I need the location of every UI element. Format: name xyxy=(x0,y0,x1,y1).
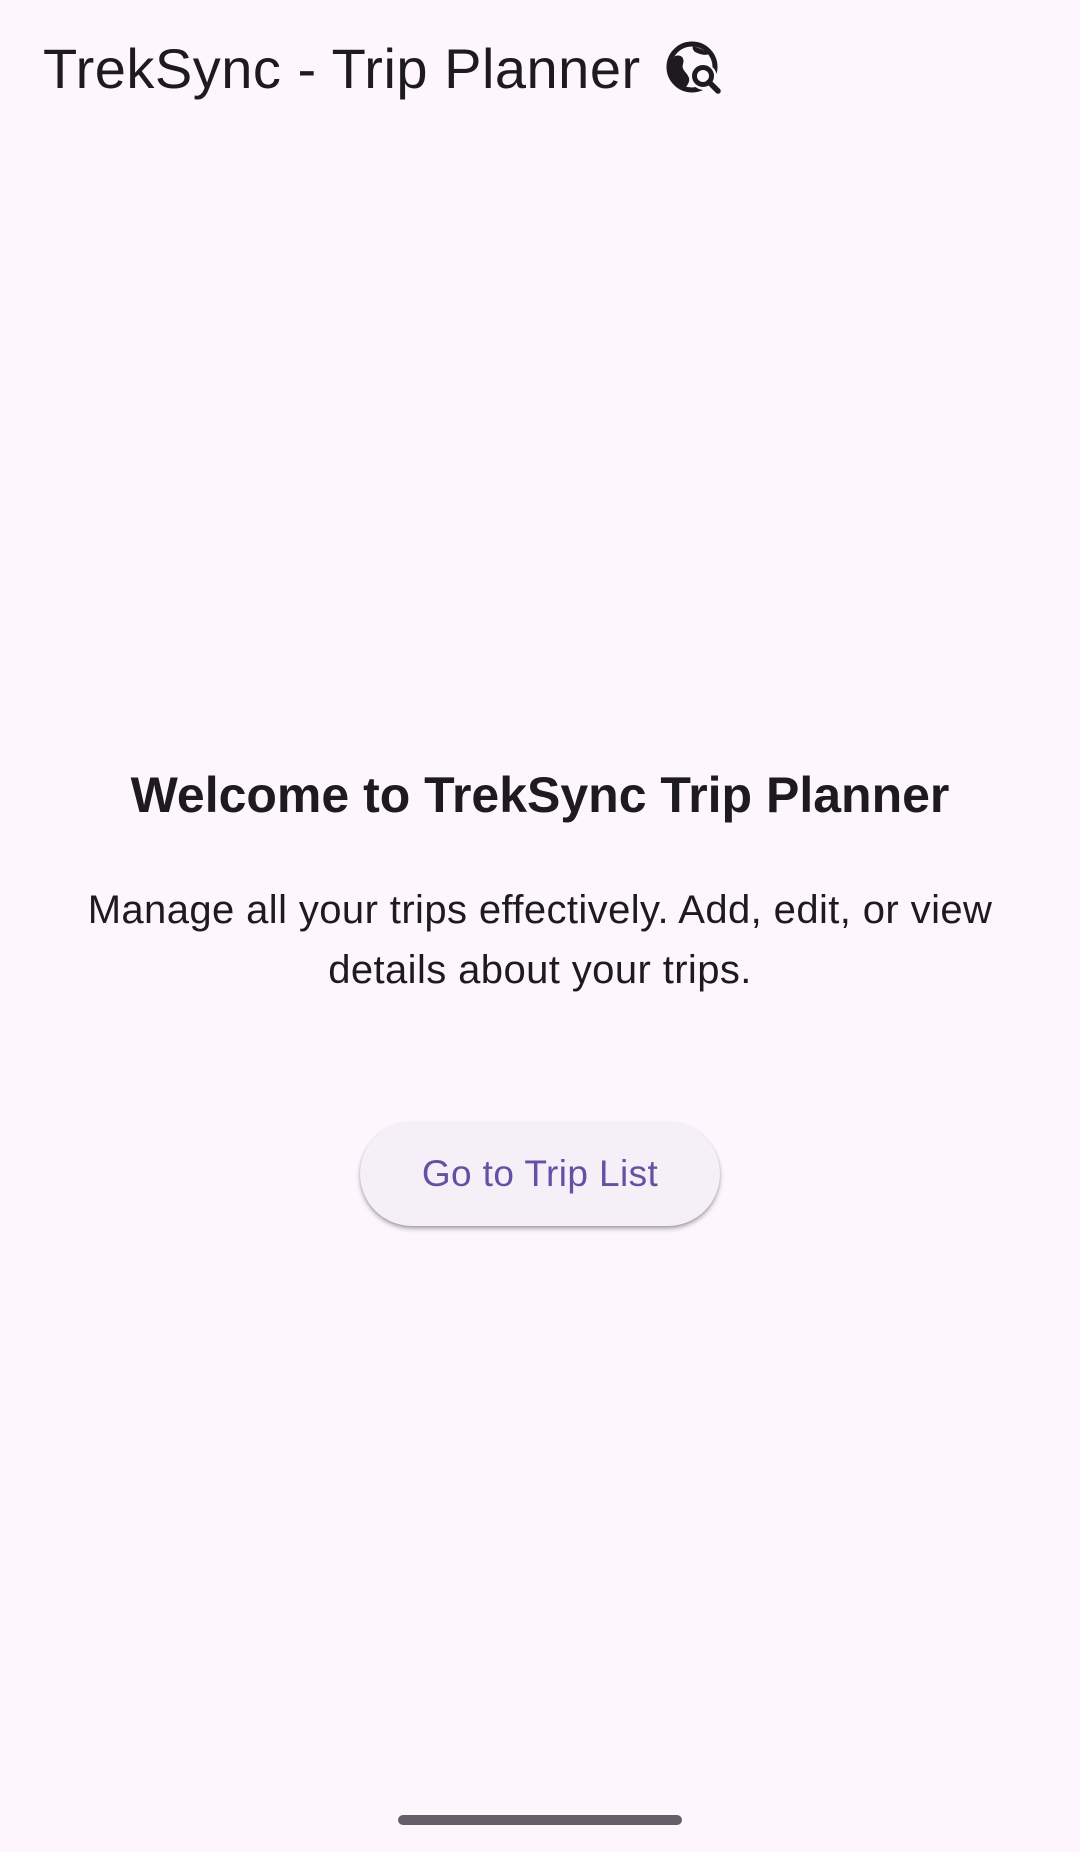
welcome-heading: Welcome to TrekSync Trip Planner xyxy=(130,767,950,823)
app-bar: TrekSync - Trip Planner xyxy=(0,0,1080,136)
go-to-trip-list-button[interactable]: Go to Trip List xyxy=(360,1122,720,1226)
welcome-subtitle: Manage all your trips effectively. Add, … xyxy=(87,888,993,992)
gesture-navigation-handle[interactable] xyxy=(398,1815,682,1825)
app-title: TrekSync - Trip Planner xyxy=(43,36,641,100)
travel-explore-icon xyxy=(665,40,725,100)
welcome-section: Welcome to TrekSync Trip Planner Manage … xyxy=(0,740,1080,1226)
